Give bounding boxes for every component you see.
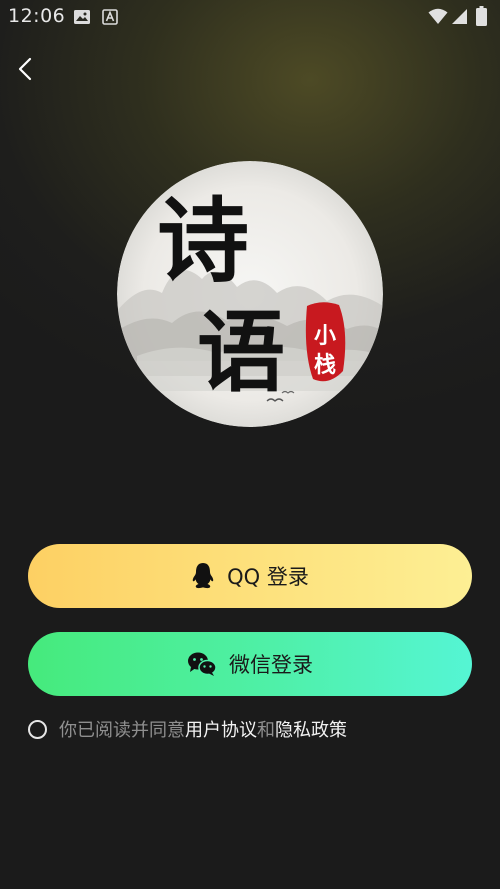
back-button[interactable]	[12, 54, 42, 84]
battery-icon	[476, 6, 487, 26]
agreement-checkbox[interactable]	[28, 719, 47, 739]
status-time: 12:06	[8, 5, 66, 27]
wechat-login-label: 微信登录	[229, 653, 313, 677]
logo-char-1: 诗	[157, 187, 249, 295]
status-bar: 12:06	[0, 0, 500, 34]
a-icon	[102, 9, 118, 25]
user-agreement-link[interactable]: 用户协议	[185, 716, 257, 742]
back-arrow-icon	[18, 57, 32, 81]
qq-penguin-icon	[192, 563, 214, 589]
seal-char-2: 栈	[314, 352, 336, 378]
wechat-icon	[188, 652, 217, 676]
seal-char-1: 小	[314, 323, 336, 349]
logo-artwork: 诗 语 小 栈	[117, 161, 383, 427]
image-icon	[74, 10, 90, 24]
wifi-icon	[428, 8, 448, 24]
agreement-and: 和	[257, 720, 275, 741]
agreement-row: 你已阅读并同意 用户协议 和 隐私政策	[28, 716, 347, 742]
privacy-policy-link[interactable]: 隐私政策	[275, 716, 347, 742]
agreement-prefix: 你已阅读并同意	[59, 720, 185, 741]
qq-login-button[interactable]: QQ 登录	[28, 544, 472, 608]
qq-login-label: QQ 登录	[227, 565, 309, 589]
logo-char-2: 语	[197, 300, 285, 404]
wechat-login-button[interactable]: 微信登录	[28, 632, 472, 696]
signal-icon	[452, 9, 467, 24]
app-logo: 诗 语 小 栈	[117, 161, 383, 427]
